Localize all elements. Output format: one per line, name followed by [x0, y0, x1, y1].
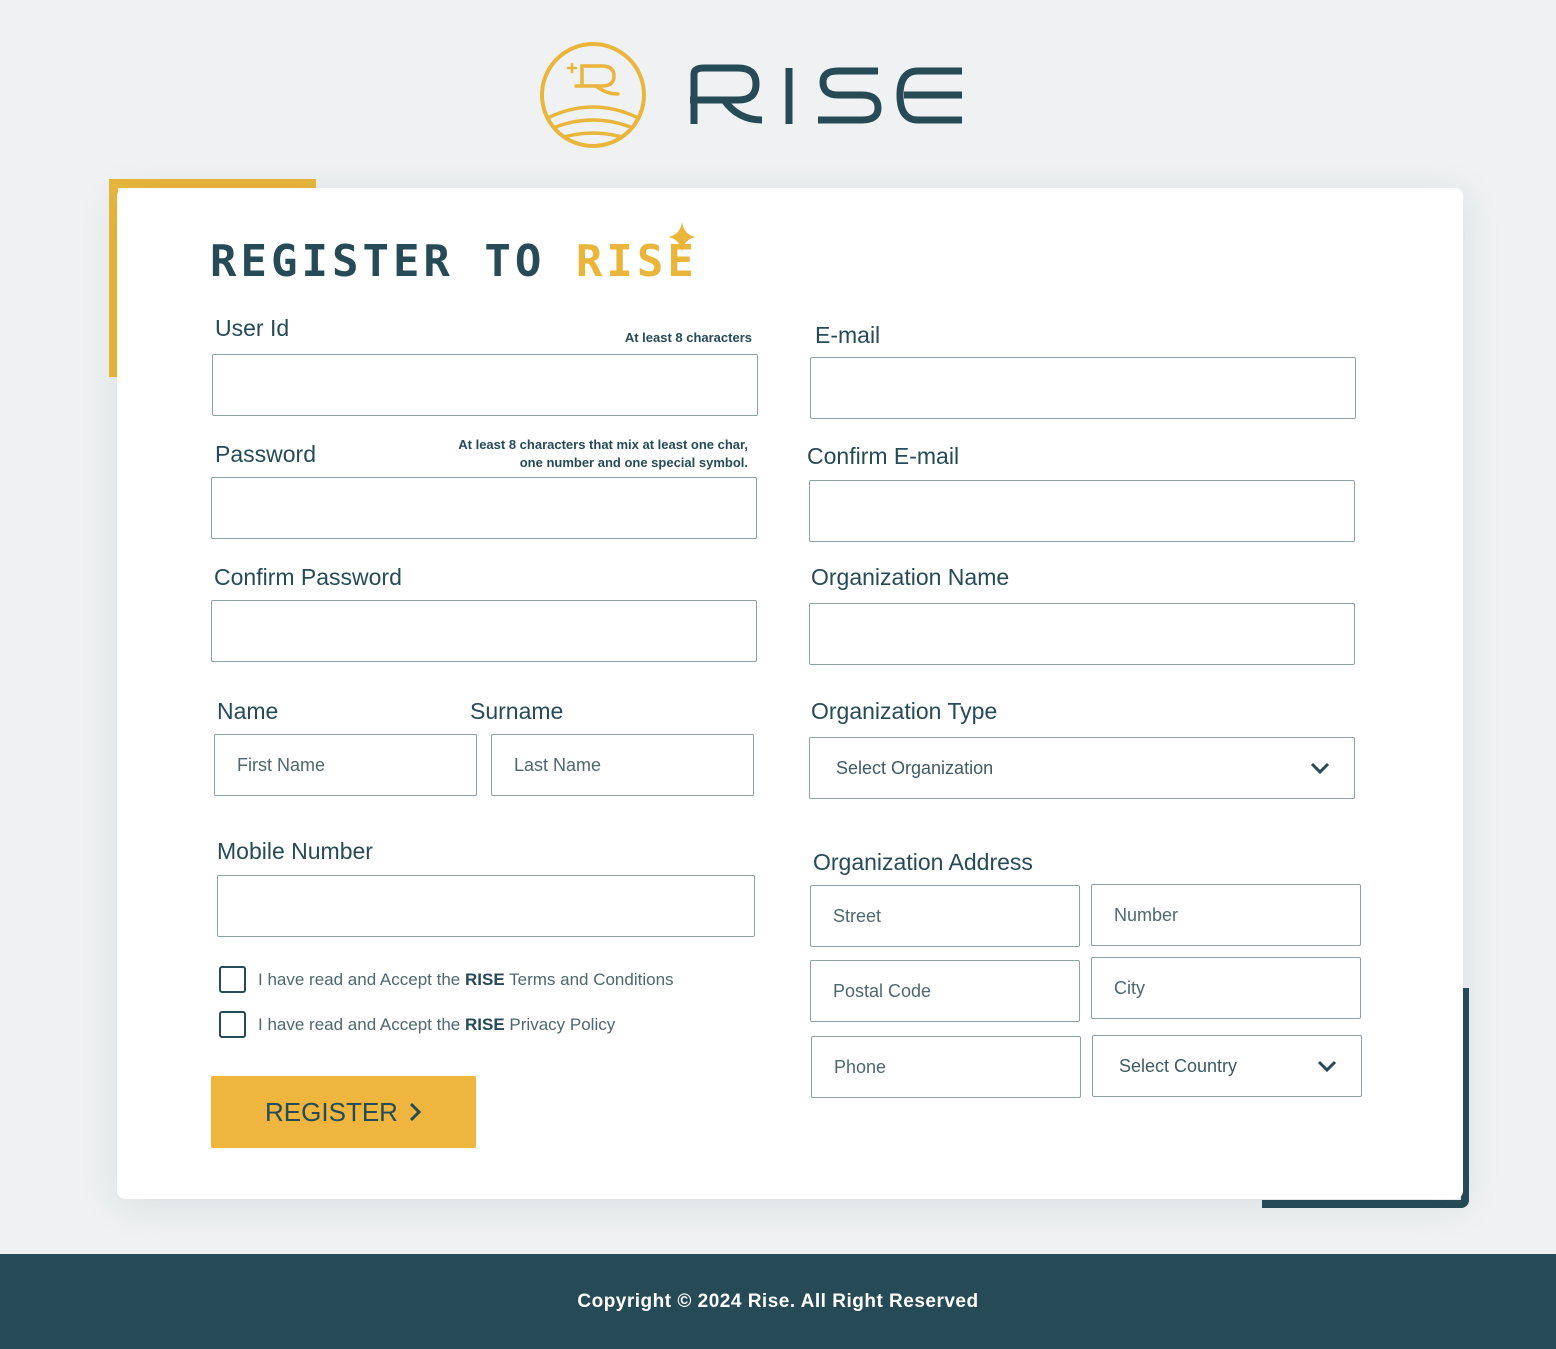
- confirm-email-label: Confirm E-mail: [807, 443, 960, 469]
- organization-name-input[interactable]: [809, 603, 1355, 665]
- card-accent-top: [109, 179, 316, 188]
- terms-checkbox[interactable]: [219, 966, 246, 993]
- page-title: REGISTER TO RISE: [210, 236, 698, 287]
- mobile-number-input[interactable]: [217, 875, 755, 937]
- email-label: E-mail: [815, 322, 881, 348]
- confirm-password-input[interactable]: [211, 600, 757, 662]
- register-button[interactable]: REGISTER: [211, 1076, 476, 1148]
- rise-logo-wordmark: [690, 64, 962, 124]
- phone-input[interactable]: [811, 1036, 1081, 1098]
- terms-prefix: I have read and Accept the: [258, 970, 461, 989]
- street-input[interactable]: [810, 885, 1080, 947]
- organization-name-label: Organization Name: [811, 564, 1010, 590]
- chevron-right-icon: [409, 1102, 422, 1122]
- privacy-brand: RISE: [465, 1015, 505, 1034]
- register-button-label: REGISTER: [265, 1096, 398, 1127]
- organization-type-value: Select Organization: [836, 757, 994, 778]
- name-label: Name: [217, 698, 279, 724]
- mobile-number-label: Mobile Number: [217, 838, 373, 864]
- postal-code-input[interactable]: [810, 960, 1080, 1022]
- user-id-input[interactable]: [212, 354, 758, 416]
- terms-label: I have read and Accept the RISE Terms an…: [258, 970, 674, 990]
- user-id-hint: At least 8 characters: [624, 330, 752, 345]
- privacy-label: I have read and Accept the RISE Privacy …: [258, 1015, 615, 1035]
- sparkle-icon: [668, 222, 696, 252]
- surname-label: Surname: [470, 698, 564, 724]
- email-input[interactable]: [810, 357, 1356, 419]
- password-input[interactable]: [211, 477, 757, 539]
- organization-type-label: Organization Type: [811, 698, 998, 724]
- first-name-input[interactable]: [214, 734, 477, 796]
- privacy-checkbox[interactable]: [219, 1011, 246, 1038]
- terms-brand: RISE: [465, 970, 505, 989]
- privacy-suffix: Privacy Policy: [509, 1015, 616, 1034]
- organization-address-label: Organization Address: [813, 849, 1033, 875]
- title-prefix: REGISTER TO: [210, 236, 546, 287]
- country-select[interactable]: Select Country: [1092, 1035, 1362, 1097]
- terms-suffix: Terms and Conditions: [509, 970, 674, 989]
- city-input[interactable]: [1091, 957, 1361, 1019]
- footer: Copyright © 2024 Rise. All Right Reserve…: [0, 1254, 1556, 1349]
- confirm-password-label: Confirm Password: [214, 564, 402, 590]
- password-label: Password: [215, 441, 316, 467]
- country-value: Select Country: [1119, 1055, 1238, 1076]
- chevron-down-icon: [1317, 1060, 1337, 1072]
- chevron-down-icon: [1310, 762, 1330, 774]
- confirm-email-input[interactable]: [809, 480, 1355, 542]
- password-hint-line2: one number and one special symbol.: [519, 455, 748, 470]
- rise-logo-mark: [540, 42, 646, 148]
- organization-type-select[interactable]: Select Organization: [809, 737, 1355, 799]
- user-id-label: User Id: [215, 315, 290, 341]
- password-hint-line1: At least 8 characters that mix at least …: [458, 437, 748, 452]
- footer-copyright: Copyright © 2024 Rise. All Right Reserve…: [577, 1290, 979, 1312]
- last-name-input[interactable]: [491, 734, 754, 796]
- number-input[interactable]: [1091, 884, 1361, 946]
- privacy-prefix: I have read and Accept the: [258, 1015, 461, 1034]
- password-hint: At least 8 characters that mix at least …: [458, 436, 748, 472]
